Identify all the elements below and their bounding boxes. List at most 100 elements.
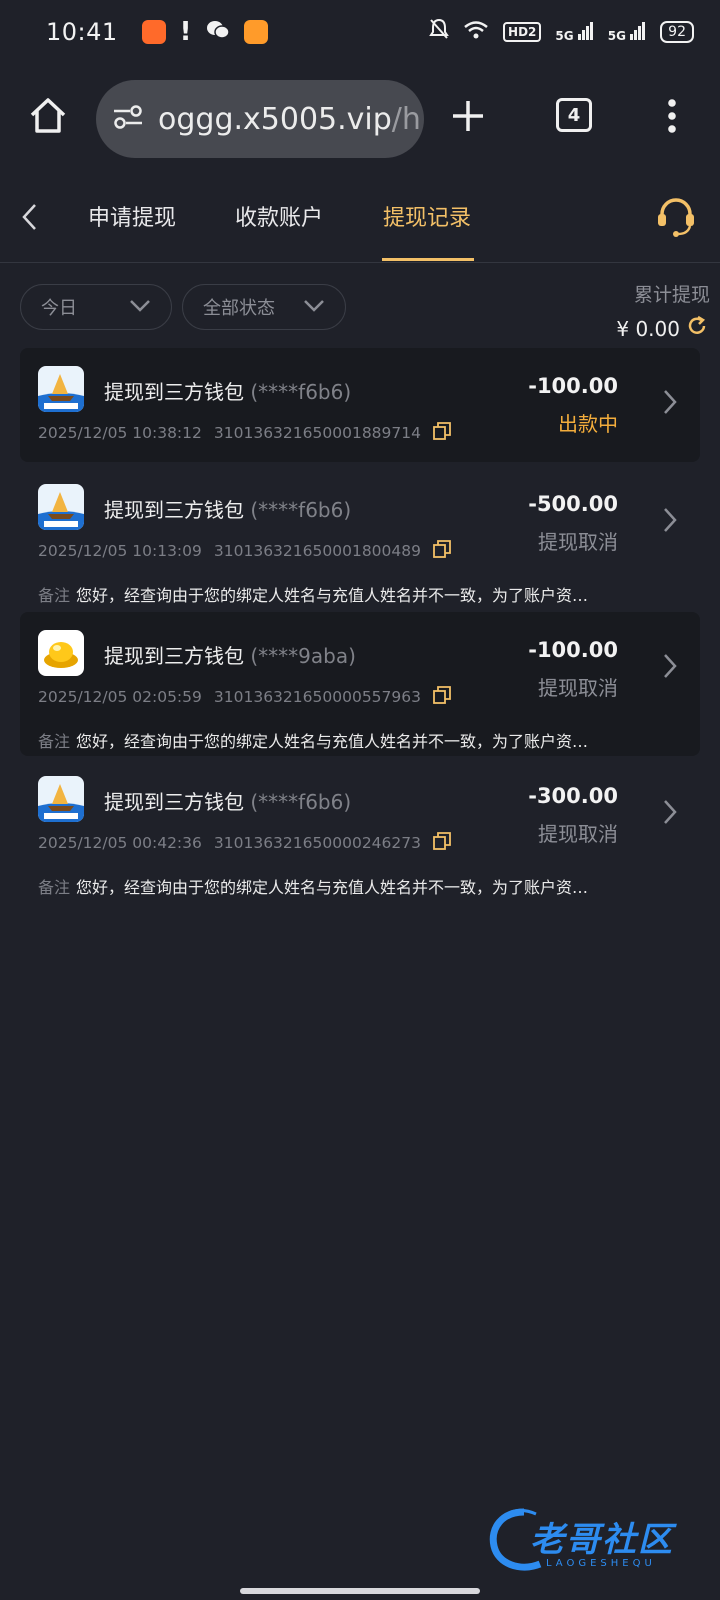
total-withdrawn: ¥ 0.00 — [616, 315, 708, 342]
tab-apply-withdraw[interactable]: 申请提现 — [88, 200, 176, 232]
signal-1-icon: 5G — [555, 22, 593, 42]
record-remark: 备注 您好，经查询由于您的绑定人姓名与充值人姓名并不一致，为了账户资… — [38, 582, 658, 606]
remark-label: 备注 — [38, 878, 71, 897]
customer-service-icon[interactable] — [654, 194, 698, 242]
record-datetime: 2025/12/05 10:13:09 — [38, 542, 202, 560]
record-method: 提现到三方钱包 — [104, 498, 244, 522]
signal-2-icon: 5G — [608, 22, 646, 42]
status-filter-value: 全部状态 — [203, 298, 275, 319]
chevron-right-icon[interactable] — [662, 798, 678, 830]
chevron-right-icon[interactable] — [662, 506, 678, 538]
record-order-number: 310136321650000557963 — [213, 688, 421, 706]
chevron-down-icon — [303, 297, 325, 318]
wallet-logo-icon — [38, 366, 84, 412]
record-meta: 2025/12/05 10:38:12 310136321650001889714 — [38, 422, 451, 444]
record-datetime: 2025/12/05 00:42:36 — [38, 834, 202, 852]
record-amount: -100.00 — [528, 638, 618, 662]
new-tab-icon[interactable] — [450, 98, 486, 134]
record-title: 提现到三方钱包 (****f6b6) — [104, 494, 351, 523]
wallet-logo-icon — [38, 776, 84, 822]
back-icon[interactable] — [20, 202, 40, 236]
record-title: 提现到三方钱包 (****9aba) — [104, 640, 356, 669]
withdraw-record-card[interactable]: 提现到三方钱包 (****f6b6) 2025/12/05 10:38:12 310… — [20, 348, 700, 462]
record-datetime: 2025/12/05 02:05:59 — [38, 688, 202, 706]
record-method: 提现到三方钱包 — [104, 380, 244, 404]
network-type-2: 5G — [607, 29, 626, 43]
url-text: oggg.x5005.vip/h — [158, 102, 421, 137]
record-order-number: 310136321650001889714 — [213, 424, 421, 442]
record-status: 提现取消 — [538, 822, 618, 846]
remark-text: 您好，经查询由于您的绑定人姓名与充值人姓名并不一致，为了账户资… — [76, 732, 589, 751]
wifi-icon — [463, 18, 489, 46]
home-indicator[interactable] — [240, 1588, 480, 1594]
copy-icon[interactable] — [433, 686, 451, 708]
copy-icon[interactable] — [433, 422, 451, 444]
record-status: 提现取消 — [538, 676, 618, 700]
record-order-number: 310136321650000246273 — [213, 834, 421, 852]
shopping-app-icon — [141, 20, 166, 44]
record-account: (****f6b6) — [250, 380, 352, 404]
remark-label: 备注 — [38, 732, 71, 751]
record-method: 提现到三方钱包 — [104, 644, 244, 668]
total-withdrawn-label: 累计提现 — [633, 284, 710, 306]
status-filter-dropdown[interactable]: 全部状态 — [182, 284, 346, 330]
record-title: 提现到三方钱包 (****f6b6) — [104, 376, 351, 405]
tab-count: 4 — [556, 98, 592, 132]
record-meta: 2025/12/05 02:05:59 310136321650000557963 — [38, 686, 451, 708]
chevron-down-icon — [129, 297, 151, 318]
active-tab-indicator — [382, 258, 474, 261]
record-account: (****f6b6) — [250, 498, 352, 522]
wallet-logo-icon — [38, 630, 84, 676]
more-menu-icon[interactable] — [662, 98, 682, 134]
total-withdrawn-value: ¥ 0.00 — [616, 316, 680, 341]
remark-text: 您好，经查询由于您的绑定人姓名与充值人姓名并不一致，为了账户资… — [76, 586, 589, 605]
record-account: (****9aba) — [250, 644, 356, 668]
mute-icon — [429, 18, 449, 46]
record-order-number: 310136321650001800489 — [213, 542, 421, 560]
network-type-1: 5G — [555, 29, 574, 43]
wallet-logo-icon — [38, 484, 84, 530]
watermark-subtext: LAOGESHEQU — [546, 1558, 656, 1569]
watermark-logo: 老哥社区 LAOGESHEQU — [484, 1506, 704, 1576]
record-meta: 2025/12/05 00:42:36 310136321650000246273 — [38, 832, 451, 854]
tab-payee-accounts[interactable]: 收款账户 — [235, 200, 323, 232]
copy-icon[interactable] — [433, 540, 451, 562]
watermark-text: 老哥社区 — [530, 1520, 674, 1560]
date-filter-dropdown[interactable]: 今日 — [20, 284, 172, 330]
record-status: 提现取消 — [538, 530, 618, 554]
video-app-icon — [243, 20, 268, 44]
chevron-right-icon[interactable] — [662, 388, 678, 420]
battery-icon: 92 — [660, 21, 694, 43]
withdraw-record-card[interactable]: 提现到三方钱包 (****f6b6) 2025/12/05 10:13:09 310… — [20, 466, 700, 610]
record-method: 提现到三方钱包 — [104, 790, 244, 814]
wechat-icon — [206, 20, 230, 45]
record-remark: 备注 您好，经查询由于您的绑定人姓名与充值人姓名并不一致，为了账户资… — [38, 728, 658, 752]
record-amount: -300.00 — [528, 784, 618, 808]
record-amount: -500.00 — [528, 492, 618, 516]
url-host: oggg.x5005.vip — [158, 101, 392, 137]
record-amount: -100.00 — [528, 374, 618, 398]
copy-icon[interactable] — [433, 832, 451, 854]
remark-label: 备注 — [38, 586, 71, 605]
record-meta: 2025/12/05 10:13:09 310136321650001800489 — [38, 540, 451, 562]
status-bar: 10:41 ! HD2 5G 5G 92 — [0, 0, 720, 64]
record-remark: 备注 您好，经查询由于您的绑定人姓名与充值人姓名并不一致，为了账户资… — [38, 874, 658, 898]
record-status: 出款中 — [558, 412, 618, 436]
chevron-right-icon[interactable] — [662, 652, 678, 684]
site-settings-icon[interactable] — [112, 103, 144, 135]
home-icon[interactable] — [26, 94, 70, 138]
record-account: (****f6b6) — [250, 790, 352, 814]
tab-switcher-button[interactable]: 4 — [556, 98, 592, 132]
alert-icon: ! — [179, 17, 192, 47]
address-bar[interactable]: oggg.x5005.vip/h — [96, 80, 424, 158]
tab-withdraw-records[interactable]: 提现记录 — [383, 200, 471, 232]
page-header: 申请提现 收款账户 提现记录 — [0, 174, 720, 263]
browser-toolbar: oggg.x5005.vip/h 4 — [0, 64, 720, 174]
withdraw-record-card[interactable]: 提现到三方钱包 (****f6b6) 2025/12/05 00:42:36 310… — [20, 758, 700, 902]
remark-text: 您好，经查询由于您的绑定人姓名与充值人姓名并不一致，为了账户资… — [76, 878, 589, 897]
withdraw-record-card[interactable]: 提现到三方钱包 (****9aba) 2025/12/05 02:05:59 310… — [20, 612, 700, 756]
refresh-icon[interactable] — [686, 315, 708, 342]
date-filter-value: 今日 — [41, 298, 77, 319]
clock: 10:41 — [46, 18, 118, 46]
record-title: 提现到三方钱包 (****f6b6) — [104, 786, 351, 815]
